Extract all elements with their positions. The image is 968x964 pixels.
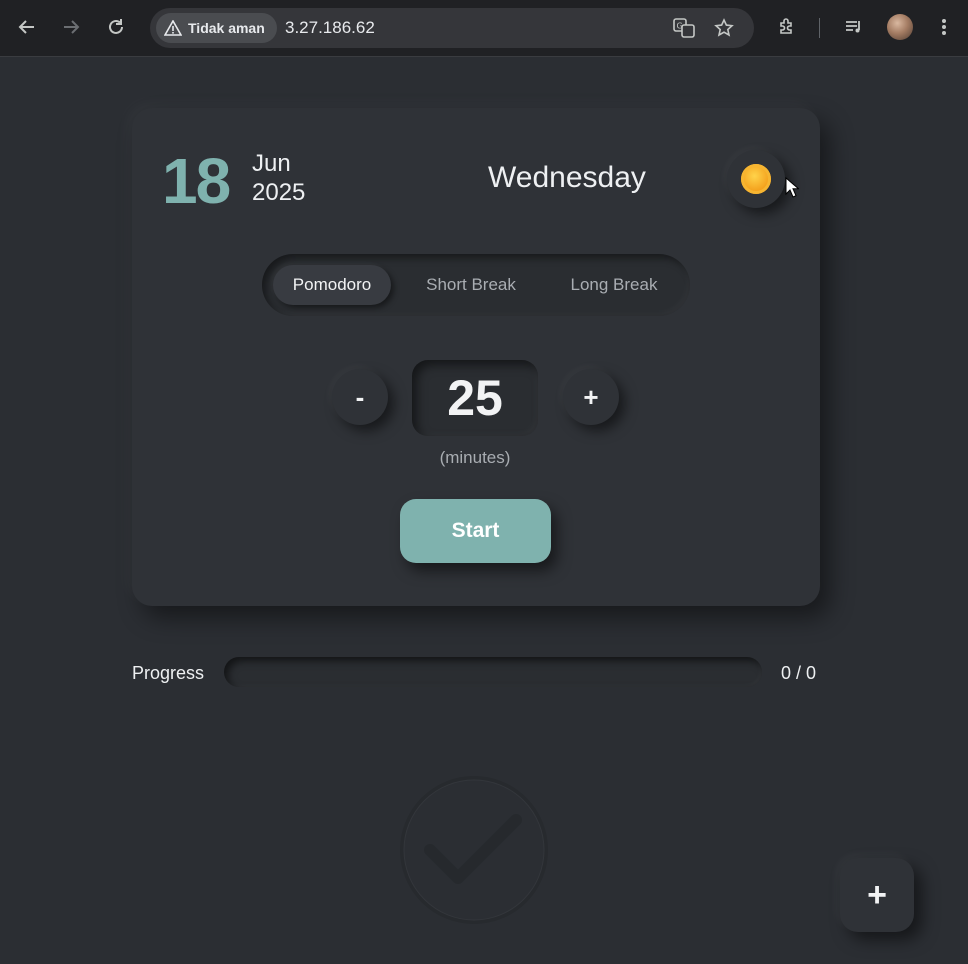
date-day: 18: [162, 145, 231, 217]
minutes-display[interactable]: 25: [412, 360, 538, 436]
start-button[interactable]: Start: [400, 499, 551, 563]
mode-tabs: Pomodoro Short Break Long Break: [262, 254, 690, 316]
progress-count: 0 / 0: [781, 663, 817, 683]
toolbar-divider: [819, 18, 820, 38]
minutes-unit-label: (minutes): [439, 448, 511, 467]
more-menu-icon[interactable]: [929, 12, 959, 42]
timer-card: 18 Jun 2025 Wednesday Pomodoro Short Bre…: [132, 108, 820, 606]
progress-bar: [224, 657, 762, 687]
mouse-cursor-icon: [785, 177, 799, 198]
media-control-icon[interactable]: [839, 12, 869, 42]
url-text[interactable]: 3.27.186.62: [285, 18, 375, 38]
weekday-label: Wednesday: [488, 161, 646, 194]
tab-pomodoro[interactable]: Pomodoro: [273, 265, 391, 305]
decrement-button[interactable]: -: [332, 369, 388, 425]
security-chip[interactable]: Tidak aman: [156, 13, 277, 43]
back-icon[interactable]: [12, 12, 42, 42]
browser-toolbar: Tidak aman 3.27.186.62 G: [0, 0, 968, 57]
security-label: Tidak aman: [188, 20, 265, 36]
sun-icon: [741, 164, 771, 194]
tab-long-break[interactable]: Long Break: [552, 265, 676, 305]
translate-icon[interactable]: G: [672, 16, 696, 40]
theme-toggle-button[interactable]: [727, 150, 785, 208]
extensions-icon[interactable]: [772, 12, 802, 42]
warning-icon: [164, 20, 182, 36]
bookmark-star-icon[interactable]: [712, 16, 736, 40]
checkmark-circle-icon: [400, 776, 548, 924]
date-month: Jun: [252, 150, 291, 177]
add-task-button[interactable]: +: [840, 858, 914, 932]
tab-short-break[interactable]: Short Break: [410, 265, 532, 305]
svg-text:G: G: [677, 22, 683, 31]
progress-label: Progress: [132, 663, 205, 683]
increment-button[interactable]: +: [563, 369, 619, 425]
profile-avatar[interactable]: [887, 14, 913, 40]
reload-icon[interactable]: [101, 12, 131, 42]
forward-icon[interactable]: [56, 12, 86, 42]
date-year: 2025: [252, 179, 306, 206]
address-bar[interactable]: Tidak aman 3.27.186.62 G: [150, 8, 754, 48]
